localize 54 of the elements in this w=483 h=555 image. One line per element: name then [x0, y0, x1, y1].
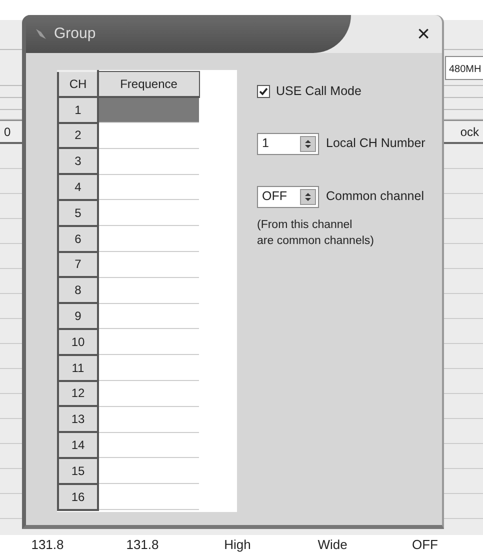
row-header[interactable]: 13: [58, 406, 98, 432]
row-header[interactable]: 3: [58, 148, 98, 174]
column-header: Frequence: [98, 71, 199, 97]
window-title: Group: [54, 24, 96, 44]
app-icon: [34, 27, 48, 41]
row-header[interactable]: 9: [58, 303, 98, 329]
checkbox-label: USE Call Mode: [276, 83, 362, 100]
row-header[interactable]: 8: [58, 277, 98, 304]
table-cell-text: 131.8: [125, 536, 160, 554]
row-header[interactable]: 16: [58, 484, 98, 510]
table-cell[interactable]: [98, 458, 199, 484]
table-cell[interactable]: [98, 200, 199, 226]
table-cell[interactable]: [98, 174, 199, 200]
field-label: Local CH Number: [326, 135, 426, 152]
table-cell-text: High: [223, 536, 252, 554]
row-header[interactable]: 1: [58, 96, 98, 123]
row-header[interactable]: 12: [58, 380, 98, 406]
table-cell[interactable]: [98, 277, 199, 304]
row-header[interactable]: 4: [58, 174, 98, 200]
table-cell[interactable]: [98, 432, 199, 458]
checkbox[interactable]: [257, 84, 270, 98]
column-header: ock: [459, 124, 480, 140]
column-header: CH: [58, 71, 98, 97]
table-cell[interactable]: [98, 96, 199, 123]
row-header[interactable]: 14: [58, 432, 98, 458]
table-cell[interactable]: [98, 484, 199, 510]
row-header[interactable]: 5: [58, 200, 98, 226]
spin-box[interactable]: OFF: [257, 186, 319, 208]
spinner-arrows-icon[interactable]: [304, 192, 312, 202]
row-header[interactable]: 2: [58, 122, 98, 148]
table-cell[interactable]: [98, 226, 199, 252]
spinner-arrows-icon[interactable]: [304, 138, 312, 149]
input-field[interactable]: 480MH: [445, 56, 483, 80]
table-cell[interactable]: [98, 252, 199, 278]
table-cell[interactable]: [98, 122, 199, 148]
table-cell-text: Wide: [316, 536, 348, 554]
table-cell[interactable]: [98, 328, 199, 355]
row-header[interactable]: 10: [58, 328, 98, 355]
row-header[interactable]: 6: [58, 226, 98, 252]
column-header: 0: [3, 124, 12, 140]
table-cell[interactable]: [98, 354, 199, 381]
note-text: (From this channel are common channels): [257, 218, 375, 249]
row-header[interactable]: 7: [58, 252, 98, 278]
spin-box[interactable]: 1: [257, 132, 319, 155]
table-cell-text: OFF: [411, 536, 439, 554]
table-cell[interactable]: [98, 406, 199, 432]
field-label: Common channel: [326, 188, 424, 206]
table-cell[interactable]: [98, 303, 199, 329]
row-header[interactable]: 15: [58, 458, 98, 484]
close-button[interactable]: ×: [413, 23, 434, 45]
row-header[interactable]: 11: [58, 354, 98, 381]
table-cell-text: 131.8: [30, 536, 65, 554]
table-cell[interactable]: [98, 148, 199, 174]
table-cell[interactable]: [98, 380, 199, 406]
